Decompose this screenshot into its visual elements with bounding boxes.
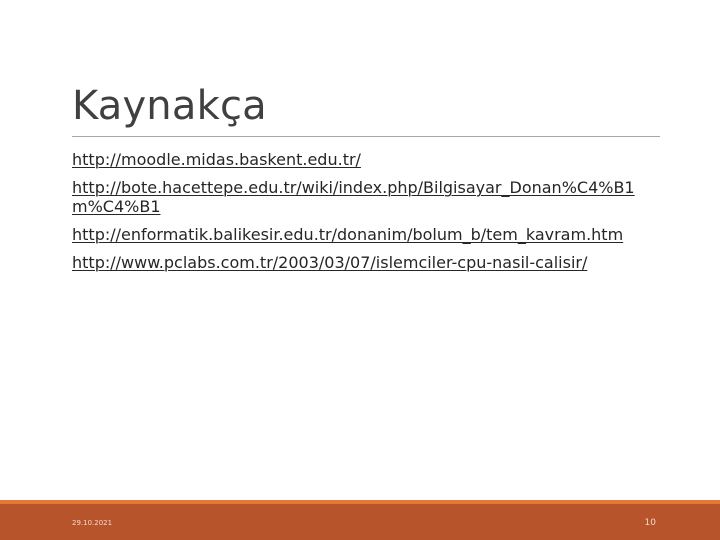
slide-title: Kaynakça xyxy=(72,83,267,129)
reference-link-4[interactable]: http://www.pclabs.com.tr/2003/03/07/isle… xyxy=(72,253,662,272)
title-divider xyxy=(72,136,660,137)
page-number: 10 xyxy=(644,518,656,528)
footer-date: 29.10.2021 xyxy=(72,519,113,527)
reference-link-3[interactable]: http://enformatik.balikesir.edu.tr/donan… xyxy=(72,225,662,244)
reference-list: http://moodle.midas.baskent.edu.tr/ http… xyxy=(72,150,662,281)
list-item: http://moodle.midas.baskent.edu.tr/ xyxy=(72,150,662,169)
reference-link-2[interactable]: http://bote.hacettepe.edu.tr/wiki/index.… xyxy=(72,178,662,216)
list-item: http://enformatik.balikesir.edu.tr/donan… xyxy=(72,225,662,244)
list-item: http://www.pclabs.com.tr/2003/03/07/isle… xyxy=(72,253,662,272)
slide: Kaynakça http://moodle.midas.baskent.edu… xyxy=(0,0,720,540)
reference-link-1[interactable]: http://moodle.midas.baskent.edu.tr/ xyxy=(72,150,662,169)
list-item: http://bote.hacettepe.edu.tr/wiki/index.… xyxy=(72,178,662,216)
